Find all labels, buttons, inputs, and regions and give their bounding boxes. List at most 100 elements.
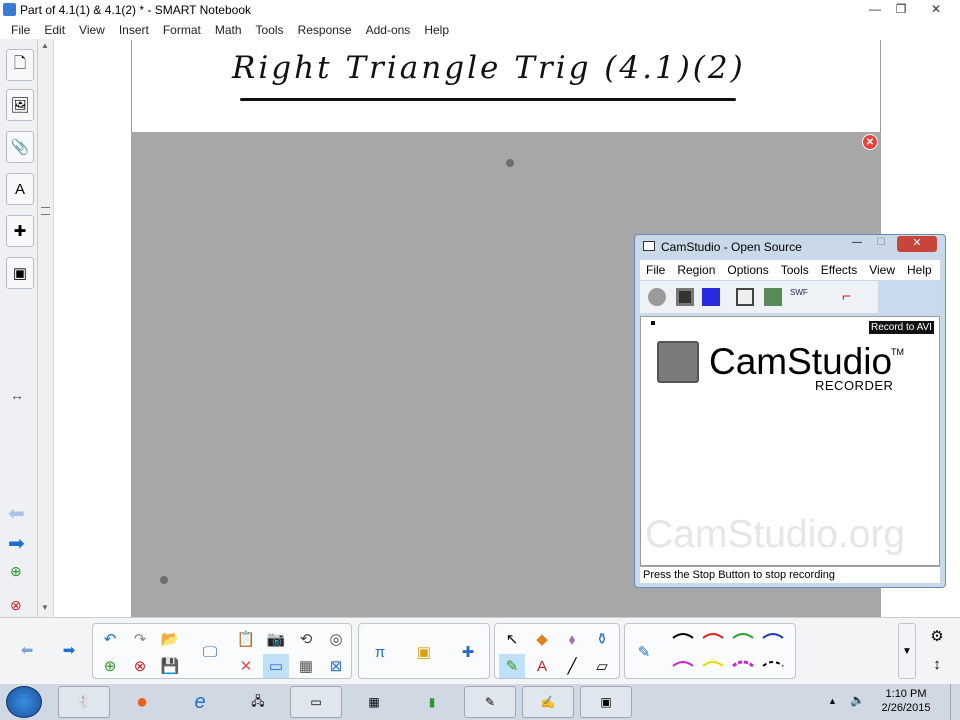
resize-arrows-icon[interactable]: ↔ bbox=[10, 387, 24, 403]
menu-addons[interactable]: Add-ons bbox=[359, 23, 418, 37]
page-sorter-icon[interactable]: 🗋 bbox=[6, 49, 34, 81]
close-shade-icon[interactable]: ✕ bbox=[862, 134, 878, 150]
toolbar-spacer bbox=[878, 281, 940, 313]
camstudio-window: CamStudio - Open Source — ☐ ✕ File Regio… bbox=[634, 234, 946, 588]
maximize-button[interactable]: ❐ bbox=[888, 0, 914, 18]
select-icon[interactable]: ↖ bbox=[499, 627, 525, 651]
cam-menu-region[interactable]: Region bbox=[671, 263, 721, 277]
cam-menu-effects[interactable]: Effects bbox=[815, 263, 863, 277]
taskbar-audio-meter-icon[interactable]: ▮ bbox=[406, 686, 458, 718]
start-button[interactable] bbox=[6, 686, 42, 718]
menu-format[interactable]: Format bbox=[156, 23, 208, 37]
menu-edit[interactable]: Edit bbox=[37, 23, 72, 37]
fill-icon[interactable]: ⚱ bbox=[589, 627, 615, 651]
cam-menu-options[interactable]: Options bbox=[721, 263, 774, 277]
pause-icon[interactable] bbox=[676, 288, 694, 306]
response-toolbar-icon[interactable]: ▣ bbox=[411, 640, 437, 664]
shade-handle-bottom[interactable] bbox=[160, 576, 168, 584]
stop-icon[interactable] bbox=[702, 288, 720, 306]
menu-response[interactable]: Response bbox=[291, 23, 359, 37]
side-scrollbar[interactable]: ▲ ▼ bbox=[38, 39, 54, 617]
text-icon[interactable]: A bbox=[529, 654, 555, 678]
undo-icon[interactable]: ↶ bbox=[97, 627, 123, 651]
minimize-button[interactable]: — bbox=[862, 0, 888, 18]
record-icon[interactable] bbox=[648, 288, 666, 306]
previous-page-button-icon[interactable]: ⬅ bbox=[14, 638, 40, 662]
cam-menu-help[interactable]: Help bbox=[901, 263, 938, 277]
cam-menu-tools[interactable]: Tools bbox=[775, 263, 815, 277]
screen-capture-icon[interactable]: 📷 bbox=[263, 627, 289, 651]
taskbar-smart-notebook-icon[interactable]: ✍ bbox=[522, 686, 574, 718]
swf-icon[interactable]: SWF bbox=[790, 288, 808, 306]
next-page-icon[interactable]: ➡ bbox=[8, 531, 25, 556]
camstudio-logo-tm: TM bbox=[891, 347, 904, 357]
page-transition-icon[interactable]: ⟲ bbox=[293, 627, 319, 651]
delete-object-icon[interactable]: ✕ bbox=[233, 654, 259, 678]
properties-icon[interactable]: A bbox=[6, 173, 34, 205]
new-page-icon[interactable]: ⊕ bbox=[97, 654, 123, 678]
menu-help[interactable]: Help bbox=[417, 23, 456, 37]
tray-arrow-icon[interactable]: ▲ bbox=[828, 696, 837, 706]
next-page-button-icon[interactable]: ➡ bbox=[56, 638, 82, 662]
toolbar-more-icon[interactable]: ▼ bbox=[898, 623, 916, 679]
annotate-icon[interactable] bbox=[764, 288, 782, 306]
system-clock[interactable]: 1:10 PM 2/26/2015 bbox=[870, 687, 942, 715]
volume-icon[interactable]: 🔈 bbox=[850, 693, 865, 707]
gallery-icon[interactable]: 🖼 bbox=[6, 89, 34, 121]
taskbar-smart-tools-icon[interactable]: ✎ bbox=[464, 686, 516, 718]
screen-shade-icon[interactable]: ▭ bbox=[263, 654, 289, 678]
menu-insert[interactable]: Insert bbox=[112, 23, 156, 37]
delete-page-toolbar-icon[interactable]: ⊗ bbox=[127, 654, 153, 678]
customize-gear-icon[interactable]: ⚙ bbox=[924, 624, 950, 648]
paste-icon[interactable]: 📋 bbox=[233, 627, 259, 651]
delete-page-icon[interactable]: ⊗ bbox=[10, 597, 22, 614]
camstudio-maximize-button[interactable]: ☐ bbox=[871, 237, 891, 251]
add-page-icon[interactable]: ⊕ bbox=[10, 563, 22, 580]
show-desktop-button[interactable] bbox=[950, 684, 960, 720]
line-icon[interactable]: ╱ bbox=[559, 654, 585, 678]
addons-toolbar-icon[interactable]: ✚ bbox=[455, 640, 481, 664]
compact-mode-icon[interactable]: ⌐ bbox=[842, 288, 860, 306]
taskbar-app-rabbit-icon[interactable]: 🐇 bbox=[58, 686, 110, 718]
move-toolbar-icon[interactable]: ↕ bbox=[924, 652, 950, 676]
camstudio-minimize-button[interactable]: — bbox=[847, 237, 867, 251]
fullscreen-icon[interactable]: ⊠ bbox=[323, 654, 349, 678]
save-icon[interactable]: 💾 bbox=[157, 654, 183, 678]
table-icon[interactable]: ▦ bbox=[293, 654, 319, 678]
cam-menu-file[interactable]: File bbox=[640, 263, 671, 277]
redo-icon[interactable]: ↷ bbox=[127, 627, 153, 651]
pen-tool-icon[interactable]: ✎ bbox=[631, 640, 657, 664]
camstudio-close-button[interactable]: ✕ bbox=[897, 236, 937, 252]
taskbar-network-icon[interactable]: 🖧 bbox=[232, 686, 284, 718]
taskbar-calculator-icon[interactable]: ▦ bbox=[348, 686, 400, 718]
math-icon[interactable]: π bbox=[367, 640, 393, 664]
cam-menu-view[interactable]: View bbox=[863, 263, 901, 277]
window-title: Part of 4.1(1) & 4.1(2) * - SMART Notebo… bbox=[20, 3, 251, 17]
taskbar-firefox-icon[interactable]: ● bbox=[116, 686, 168, 718]
open-file-icon[interactable]: 📂 bbox=[157, 627, 183, 651]
camstudio-logo-subtitle: RECORDER bbox=[815, 378, 894, 393]
previous-page-icon[interactable]: ⬅ bbox=[8, 501, 25, 526]
pens-icon[interactable]: ✎ bbox=[499, 654, 525, 678]
addons-icon[interactable]: ✚ bbox=[6, 215, 34, 247]
scroll-grip[interactable] bbox=[41, 207, 50, 215]
response-icon[interactable]: ▣ bbox=[6, 257, 34, 289]
menu-tools[interactable]: Tools bbox=[249, 23, 291, 37]
scroll-down-icon[interactable]: ▼ bbox=[41, 603, 49, 612]
shapes-icon[interactable]: ◆ bbox=[529, 627, 555, 651]
close-button[interactable]: ✕ bbox=[914, 0, 958, 18]
taskbar-ie-icon[interactable]: e bbox=[174, 686, 226, 718]
menu-view[interactable]: View bbox=[72, 23, 112, 37]
taskbar-camstudio-icon[interactable]: ▣ bbox=[580, 686, 632, 718]
taskbar-recorder-icon[interactable]: ▭ bbox=[290, 686, 342, 718]
region-icon[interactable] bbox=[736, 288, 754, 306]
shade-handle-top[interactable] bbox=[506, 159, 514, 167]
display-icon[interactable]: 🖵 bbox=[197, 640, 223, 664]
scroll-up-icon[interactable]: ▲ bbox=[41, 41, 49, 50]
document-camera-icon[interactable]: ◎ bbox=[323, 627, 349, 651]
attachments-icon[interactable]: 📎 bbox=[6, 131, 34, 163]
eraser-tool-icon[interactable]: ▱ bbox=[589, 654, 615, 678]
eraser-icon[interactable]: ⬧ bbox=[559, 627, 585, 651]
menu-math[interactable]: Math bbox=[208, 23, 249, 37]
menu-file[interactable]: File bbox=[4, 23, 37, 37]
